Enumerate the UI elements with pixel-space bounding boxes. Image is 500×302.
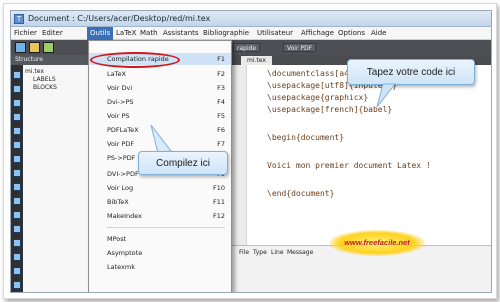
strip-button-icon[interactable] <box>13 253 21 261</box>
strip-button-icon[interactable] <box>13 127 21 135</box>
strip-button-icon[interactable] <box>13 99 21 107</box>
tree-item-file[interactable]: mi.tex <box>25 68 44 75</box>
title-bar: T Document : C:/Users/acer/Desktop/red/m… <box>11 11 491 27</box>
paper-frame: T Document : C:/Users/acer/Desktop/red/m… <box>3 3 497 299</box>
strip-button-icon[interactable] <box>13 113 21 121</box>
window-title: Document : C:/Users/acer/Desktop/red/mi.… <box>28 14 211 23</box>
tree-item-labels[interactable]: LABELS <box>33 76 56 83</box>
code-callout-text: Tapez votre code ici <box>366 67 456 78</box>
structure-panel: Structure mi.tex LABELS BLOCKS <box>11 55 91 292</box>
menu-outils[interactable]: Outils <box>87 27 114 40</box>
strip-button-icon[interactable] <box>13 85 21 93</box>
code-line: \begin{document} <box>267 133 345 142</box>
strip-button-icon[interactable] <box>13 281 21 289</box>
menu-utilisateur[interactable]: Utilisateur <box>257 29 293 37</box>
strip-button-icon[interactable] <box>13 183 21 191</box>
strip-button-icon[interactable] <box>13 225 21 233</box>
menu-bibliographie[interactable]: Bibliographie <box>203 29 249 37</box>
code-callout: Tapez votre code ici <box>347 59 475 85</box>
strip-button-icon[interactable] <box>13 197 21 205</box>
menu-item-voir-log[interactable]: Voir Log F10 <box>89 182 231 194</box>
menu-fichier[interactable]: Fichier <box>14 29 37 37</box>
strip-button-icon[interactable] <box>13 239 21 247</box>
editor-tab[interactable]: mi.tex <box>241 56 272 65</box>
open-file-icon[interactable] <box>29 42 40 53</box>
menu-item-voir-pdf[interactable]: Voir PDF F7 <box>89 138 231 150</box>
menu-item-voir-ps[interactable]: Voir PS F5 <box>89 110 231 122</box>
menu-aide[interactable]: Aide <box>371 29 386 37</box>
tree-item-blocks[interactable]: BLOCKS <box>33 84 57 91</box>
menu-bar: Fichier Editer Outils LaTeX Math Assista… <box>11 27 491 40</box>
watermark-stamp: www.freefacile.net <box>329 230 425 256</box>
menu-item-asymptote[interactable]: Asymptote <box>89 247 231 259</box>
menu-item-pdflatex[interactable]: PDFLaTeX F6 <box>89 124 231 136</box>
menu-item-dvi-ps[interactable]: Dvi->PS F4 <box>89 96 231 108</box>
strip-button-icon[interactable] <box>13 141 21 149</box>
code-line: \usepackage{graphicx} <box>267 93 369 102</box>
menu-item-makeindex[interactable]: MakeIndex F12 <box>89 210 231 222</box>
menu-item-latex[interactable]: LaTeX F2 <box>89 68 231 80</box>
col-message[interactable]: Message <box>287 249 313 256</box>
menu-affichage[interactable]: Affichage <box>301 29 334 37</box>
menu-item-mpost[interactable]: MPost <box>89 233 231 245</box>
menu-options[interactable]: Options <box>338 29 365 37</box>
col-file[interactable]: File <box>239 249 249 256</box>
strip-button-icon[interactable] <box>13 169 21 177</box>
code-line: \end{document} <box>267 189 335 198</box>
compile-select[interactable]: rapide <box>233 43 261 52</box>
new-file-icon[interactable] <box>15 42 26 53</box>
toolbar: rapide Voir PDF <box>11 40 491 55</box>
structure-title: Structure <box>11 55 90 65</box>
texmaker-window: T Document : C:/Users/acer/Desktop/red/m… <box>10 10 492 293</box>
col-type[interactable]: Type <box>253 249 267 256</box>
view-select[interactable]: Voir PDF <box>283 43 317 52</box>
menu-math[interactable]: Math <box>140 29 158 37</box>
strip-button-icon[interactable] <box>13 211 21 219</box>
menu-separator <box>107 227 225 228</box>
strip-button-icon[interactable] <box>13 267 21 275</box>
menu-item-voir-dvi[interactable]: Voir Dvi F3 <box>89 82 231 94</box>
col-line[interactable]: Line <box>271 249 284 256</box>
strip-button-icon[interactable] <box>13 71 21 79</box>
icon-strip <box>11 65 23 292</box>
menu-item-bibtex[interactable]: BibTeX F11 <box>89 196 231 208</box>
menu-item-latexmk[interactable]: Latexmk <box>89 261 231 273</box>
watermark-text: www.freefacile.net <box>344 238 410 247</box>
save-file-icon[interactable] <box>43 42 54 53</box>
strip-button-icon[interactable] <box>13 155 21 163</box>
menu-editer[interactable]: Editer <box>42 29 63 37</box>
code-line: Voici mon premier document Latex ! <box>267 161 431 170</box>
menu-latex[interactable]: LaTeX <box>116 29 136 37</box>
compile-callout-text: Compilez ici <box>156 158 210 169</box>
line-gutter <box>231 65 247 245</box>
highlight-ellipse <box>90 52 180 68</box>
compile-callout: Compilez ici <box>138 151 228 175</box>
menu-assistants[interactable]: Assistants <box>163 29 199 37</box>
app-icon: T <box>14 14 24 24</box>
code-line: \usepackage[french]{babel} <box>267 105 393 114</box>
